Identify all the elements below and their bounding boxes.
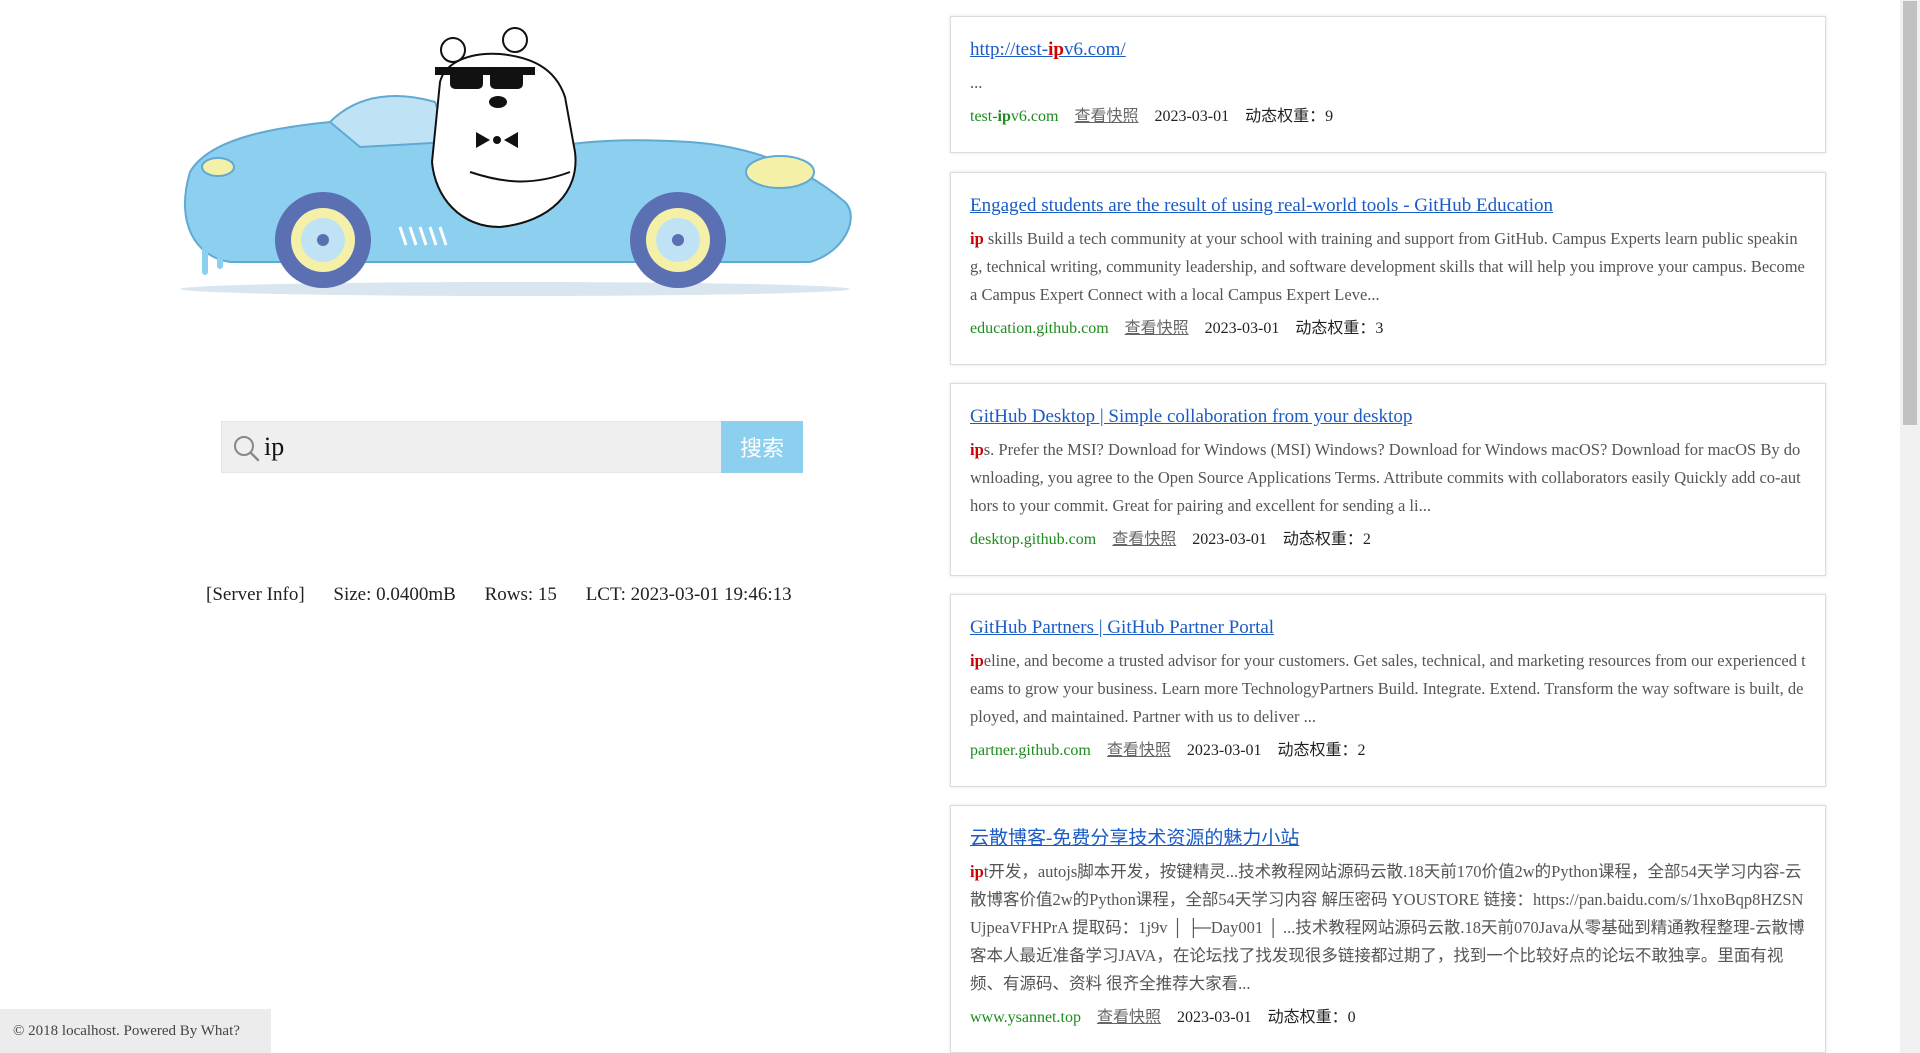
result-card: Engaged students are the result of using… — [950, 172, 1826, 365]
result-meta: desktop.github.com 查看快照 2023-03-01 动态权重：… — [970, 528, 1806, 552]
server-info: [Server Info] Size: 0.0400mB Rows: 15 LC… — [206, 584, 816, 610]
result-snippet: ... — [970, 73, 983, 92]
snapshot-link[interactable]: 查看快照 — [1125, 320, 1189, 337]
result-meta: test-ipv6.com 查看快照 2023-03-01 动态权重：9 — [970, 105, 1806, 129]
result-meta: partner.github.com 查看快照 2023-03-01 动态权重：… — [970, 739, 1806, 763]
result-snippet: ip skills Build a tech community at your… — [970, 229, 1805, 304]
result-title-link[interactable]: 云散博客-免费分享技术资源的魅力小站 — [970, 826, 1806, 852]
server-info-rows: Rows: 15 — [484, 584, 557, 605]
result-date: 2023-03-01 — [1204, 320, 1280, 337]
result-date: 2023-03-01 — [1186, 742, 1262, 759]
result-card: GitHub Partners | GitHub Partner Portal … — [950, 594, 1826, 787]
search-button[interactable]: 搜索 — [721, 421, 803, 473]
result-card: GitHub Desktop | Simple collaboration fr… — [950, 383, 1826, 576]
result-domain: partner.github.com — [970, 742, 1091, 759]
result-weight: 动态权重：0 — [1267, 1009, 1356, 1026]
result-date: 2023-03-01 — [1192, 531, 1267, 548]
search-input[interactable] — [264, 422, 734, 472]
result-weight: 动态权重：9 — [1245, 108, 1334, 125]
result-snippet: ipt开发，autojs脚本开发，按键精灵...技术教程网站源码云散.18天前1… — [970, 862, 1805, 993]
result-title-link[interactable]: GitHub Desktop | Simple collaboration fr… — [970, 404, 1806, 430]
snapshot-link[interactable]: 查看快照 — [1112, 531, 1176, 548]
footer: © 2018 localhost. Powered By What? — [0, 1009, 271, 1053]
result-domain: test-ipv6.com — [970, 108, 1059, 125]
result-weight: 动态权重：2 — [1277, 742, 1366, 759]
snapshot-link[interactable]: 查看快照 — [1107, 742, 1171, 759]
result-date: 2023-03-01 — [1154, 108, 1230, 125]
snapshot-link[interactable]: 查看快照 — [1074, 108, 1138, 125]
result-meta: education.github.com 查看快照 2023-03-01 动态权… — [970, 317, 1806, 341]
result-domain: desktop.github.com — [970, 531, 1097, 548]
result-weight: 动态权重：3 — [1295, 320, 1384, 337]
logo-illustration — [180, 27, 852, 296]
server-info-label: [Server Info] — [206, 584, 305, 605]
scrollbar-thumb[interactable] — [1903, 1, 1917, 425]
search-icon — [234, 436, 260, 462]
result-title-link[interactable]: GitHub Partners | GitHub Partner Portal — [970, 615, 1806, 641]
result-snippet: ipeline, and become a trusted advisor fo… — [970, 651, 1806, 726]
page-scrollbar[interactable] — [1900, 0, 1920, 1053]
server-info-size: Size: 0.0400mB — [333, 584, 456, 605]
server-info-lct: LCT: 2023-03-01 19:46:13 — [585, 584, 792, 605]
result-domain: www.ysannet.top — [970, 1009, 1081, 1026]
result-meta: www.ysannet.top 查看快照 2023-03-01 动态权重：0 — [970, 1006, 1806, 1030]
result-title-link[interactable]: http://test-ipv6.com/ — [970, 37, 1806, 63]
result-card: http://test-ipv6.com/ ... test-ipv6.com … — [950, 16, 1826, 153]
result-date: 2023-03-01 — [1176, 1009, 1252, 1026]
search-box — [221, 421, 803, 473]
result-weight: 动态权重：2 — [1282, 531, 1371, 548]
result-snippet: ips. Prefer the MSI? Download for Window… — [970, 440, 1801, 515]
result-card: 云散博客-免费分享技术资源的魅力小站 ipt开发，autojs脚本开发，按键精灵… — [950, 805, 1826, 1053]
result-title-link[interactable]: Engaged students are the result of using… — [970, 193, 1806, 219]
snapshot-link[interactable]: 查看快照 — [1097, 1009, 1161, 1026]
result-domain: education.github.com — [970, 320, 1109, 337]
